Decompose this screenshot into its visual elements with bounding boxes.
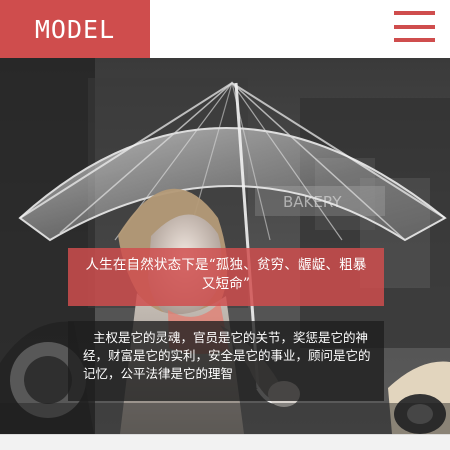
primary-caption: 人生在自然状态下是“孤独、贫穷、龌龊、粗暴又短命”	[68, 248, 384, 306]
hamburger-menu-line	[394, 38, 435, 42]
site-header: MODEL	[0, 0, 450, 58]
hamburger-menu-line	[394, 24, 435, 29]
menu-button[interactable]	[394, 11, 435, 42]
brand-logo[interactable]: MODEL	[0, 0, 150, 58]
secondary-caption-text: 主权是它的灵魂，官员是它的关节，奖惩是它的神经，财富是它的实利，安全是它的事业，…	[83, 330, 371, 381]
secondary-caption: 主权是它的灵魂，官员是它的关节，奖惩是它的神经，财富是它的实利，安全是它的事业，…	[68, 321, 384, 401]
footer-strip	[0, 434, 450, 450]
hamburger-menu-icon	[394, 11, 435, 15]
page: MODEL BAKERY 人生在自然状态下是“孤独、贫穷、龌龊、粗暴又短命” 主…	[0, 0, 450, 450]
